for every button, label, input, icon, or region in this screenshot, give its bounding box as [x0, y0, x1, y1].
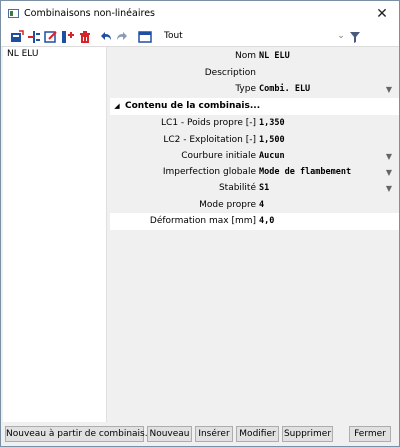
title-bar: Combinaisons non-linéaires ✕ [1, 1, 399, 27]
global-imperfection-select[interactable]: Mode de flambement [259, 164, 389, 181]
name-field[interactable]: NL ELU [259, 48, 389, 65]
stability-select[interactable]: S1 [259, 180, 389, 197]
prop-row-global-imperfection: Imperfection globale Mode de flambement … [110, 164, 399, 181]
prop-label: Déformation max [mm] [149, 216, 256, 226]
redo-icon[interactable] [115, 30, 129, 44]
prop-row-description: Description [110, 65, 399, 82]
max-deformation-field[interactable]: 4,0 [259, 213, 389, 230]
new-button[interactable]: Nouveau [147, 426, 192, 442]
prop-row-lc2: LC2 - Exploitation [-] 1,500 [110, 132, 399, 149]
table-view-icon[interactable] [138, 30, 152, 44]
close-button[interactable]: Fermer [349, 426, 391, 442]
close-window-button[interactable]: ✕ [373, 5, 391, 23]
insert-button[interactable]: Insérer [195, 426, 233, 442]
prop-label: LC1 - Poids propre [-] [161, 118, 256, 128]
prop-row-stability: Stabilité S1 ▼ [110, 180, 399, 197]
button-bar: Nouveau à partir de combinais... Nouveau… [1, 422, 399, 446]
new-item-icon[interactable] [10, 30, 24, 44]
lc1-factor-field[interactable]: 1,350 [259, 115, 389, 132]
chevron-down-icon[interactable]: ▼ [383, 164, 395, 181]
prop-row-max-deformation: Déformation max [mm] 4,0 [110, 213, 399, 230]
prop-row-initial-curvature: Courbure initiale Aucun ▼ [110, 148, 399, 165]
prop-label: Type [235, 84, 256, 94]
prop-row-eigenmode: Mode propre 4 [110, 197, 399, 214]
app-icon [8, 9, 19, 18]
initial-curvature-select[interactable]: Aucun [259, 148, 389, 165]
prop-label: Imperfection globale [162, 167, 256, 177]
prop-label: Nom [234, 51, 256, 61]
dialog-window: Combinaisons non-linéaires ✕ Tout ⌄ NL E… [0, 0, 400, 447]
prop-row-lc1: LC1 - Poids propre [-] 1,350 [110, 115, 399, 132]
lc2-factor-field[interactable]: 1,500 [259, 132, 389, 149]
filter-icon[interactable] [349, 30, 361, 44]
copy-icon[interactable] [61, 30, 75, 44]
chevron-down-icon[interactable]: ⌄ [335, 30, 347, 43]
prop-label: Description [204, 68, 256, 78]
window-title: Combinaisons non-linéaires [24, 8, 155, 19]
collapse-icon[interactable]: ◢ [113, 98, 121, 115]
delete-button[interactable]: Supprimer [282, 426, 333, 442]
description-field[interactable] [259, 65, 389, 82]
eigenmode-field[interactable]: 4 [259, 197, 389, 214]
prop-row-type: Type Combi. ELU ▼ [110, 81, 399, 98]
type-select[interactable]: Combi. ELU [259, 81, 389, 98]
insert-row-icon[interactable] [27, 30, 41, 44]
undo-icon[interactable] [99, 30, 113, 44]
delete-icon[interactable] [78, 30, 92, 44]
property-grid: Nom NL ELU Description Type Combi. ELU ▼… [110, 47, 399, 422]
chevron-down-icon[interactable]: ▼ [383, 180, 395, 197]
toolbar: Tout ⌄ [1, 27, 399, 47]
prop-label: Mode propre [199, 200, 256, 210]
group-header-combination-content[interactable]: ◢ Contenu de la combinais... [110, 98, 399, 115]
edit-icon[interactable] [44, 30, 58, 44]
group-label: Contenu de la combinais... [125, 101, 261, 111]
list-item[interactable]: NL ELU [4, 48, 106, 61]
chevron-down-icon[interactable]: ▼ [383, 81, 395, 98]
prop-label: LC2 - Exploitation [-] [163, 135, 256, 145]
combination-list: NL ELU [3, 47, 107, 422]
prop-row-name: Nom NL ELU [110, 48, 399, 65]
prop-label: Courbure initiale [181, 151, 256, 161]
modify-button[interactable]: Modifier [236, 426, 279, 442]
filter-all-label[interactable]: Tout [164, 30, 183, 43]
chevron-down-icon[interactable]: ▼ [383, 148, 395, 165]
new-from-combination-button[interactable]: Nouveau à partir de combinais... [5, 426, 153, 442]
prop-label: Stabilité [218, 183, 256, 193]
